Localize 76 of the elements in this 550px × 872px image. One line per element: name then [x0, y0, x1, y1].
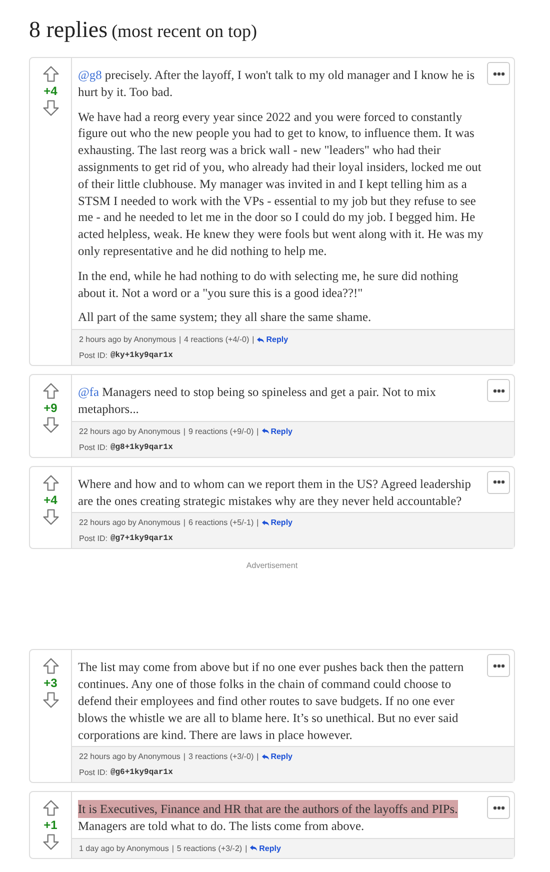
upvote-icon[interactable] — [42, 65, 60, 83]
post-id: @g7+1ky9qar1x — [110, 533, 173, 546]
downvote-icon[interactable] — [42, 416, 60, 434]
reply-arrow-icon — [262, 754, 269, 760]
ellipsis-icon — [492, 388, 504, 393]
comment-meta: 22 hours ago by Anonymous — [79, 426, 180, 438]
comment-text: It is Executives, Finance and HR that are the authors of the layoffs and PIPs. Managers are told what to do. The lists come from above. — [78, 801, 459, 835]
reply-arrow-icon — [262, 428, 269, 434]
upvote-icon[interactable] — [42, 474, 60, 492]
comment-meta: 22 hours ago by Anonymous — [79, 517, 180, 530]
separator: | — [256, 751, 259, 764]
post-id: @ky+1ky9qar1x — [110, 350, 173, 362]
upvote-icon[interactable] — [42, 799, 60, 818]
more-options-button[interactable] — [487, 796, 510, 820]
vote-score: +3 — [44, 675, 58, 692]
post-id-label: Post ID: — [79, 533, 108, 546]
vote-score: +4 — [44, 83, 58, 99]
more-options-button[interactable] — [487, 654, 510, 678]
separator: | — [178, 334, 182, 346]
separator: | — [183, 426, 186, 438]
reply-link[interactable]: Reply — [250, 840, 281, 856]
comment-text: In the end, while he had nothing to do with selecting me, he sure did nothing about it. Not a word or a "you sure this is a good idea??!" — [78, 268, 460, 302]
separator: | — [183, 517, 186, 530]
mention-link[interactable]: @fa — [78, 385, 100, 400]
comment-text: @g8 precisely. After the layoff, I won't talk to my old manager and I know he is hurt by it. Too bad. — [78, 67, 476, 101]
reply-arrow-icon — [262, 520, 269, 526]
heading-subtitle: (most recent on top) — [112, 21, 258, 41]
mention-link[interactable]: @g8 — [78, 68, 102, 82]
downvote-icon[interactable] — [42, 833, 60, 852]
separator: | — [256, 517, 259, 530]
heading-title: 8 replies — [29, 17, 108, 42]
reaction-count: 4 reactions (+4/-0) — [184, 334, 250, 346]
reply-link[interactable]: Reply — [262, 749, 292, 764]
reaction-count: 9 reactions (+9/-0) — [188, 426, 254, 438]
ellipsis-icon — [492, 806, 504, 810]
vote-score: +4 — [44, 492, 58, 508]
advertisement-label: Advertisement — [246, 560, 298, 572]
post-id: @g6+1ky9qar1x — [110, 767, 173, 780]
downvote-icon[interactable] — [42, 508, 60, 526]
reply-link[interactable]: Reply — [257, 332, 288, 348]
more-options-button[interactable] — [487, 470, 510, 494]
upvote-icon[interactable] — [42, 657, 60, 676]
downvote-icon[interactable] — [42, 691, 60, 710]
comment-text: The list may come from above but if no one ever pushes back then the pattern continues. Any one of those folks in the chain of command could choose to defend their employees and find other routes to save budgets. If no one ever blows the whistle we are all to blame here. It’s so unethical. But no ever said corporations are kind. There are laws in place however. — [78, 659, 465, 744]
post-id-label: Post ID: — [79, 350, 108, 362]
separator: | — [256, 426, 259, 438]
separator: | — [172, 842, 174, 855]
more-options-button[interactable] — [487, 379, 510, 402]
comment-text: Where and how and to whom can we report them in the US? Agreed leadership are the ones creating strategic mistakes why are they never held accountable? — [78, 476, 472, 510]
post-id: @g8+1ky9qar1x — [110, 442, 173, 454]
ellipsis-icon — [492, 480, 504, 484]
separator: | — [245, 842, 248, 855]
comment-meta: 1 day ago by Anonymous — [79, 842, 169, 855]
upvote-icon[interactable] — [42, 382, 60, 400]
reply-arrow-icon — [250, 845, 258, 852]
comment-text: @fa Managers need to stop being so spineless and get a pair. Not to mix metaphors... — [78, 384, 437, 418]
reply-link[interactable]: Reply — [262, 515, 292, 530]
vote-score: +1 — [44, 817, 58, 834]
reply-arrow-icon — [257, 336, 264, 343]
ellipsis-icon — [492, 664, 504, 668]
post-id-label: Post ID: — [79, 767, 108, 780]
separator: | — [252, 334, 254, 346]
post-id-label: Post ID: — [79, 442, 108, 454]
reaction-count: 5 reactions (+3/-2) — [176, 842, 242, 855]
downvote-icon[interactable] — [42, 99, 60, 117]
comment-meta: 22 hours ago by Anonymous — [79, 751, 180, 764]
comment-meta: 2 hours ago by Anonymous — [79, 334, 176, 346]
reaction-count: 3 reactions (+3/-0) — [188, 751, 254, 764]
ellipsis-icon — [492, 72, 504, 76]
reaction-count: 6 reactions (+5/-1) — [188, 517, 254, 530]
reply-link[interactable]: Reply — [262, 424, 292, 439]
vote-score: +9 — [44, 400, 58, 416]
separator: | — [183, 751, 186, 764]
comment-text: We have had a reorg every year since 2022 and you were forced to constantly figure out who the new people you had to get to know, to influence them. It was exhausting. The last reorg was a brick wall - new "leaders" who had their assignments to get rid of you, who already had their loyal insiders, locked me out of their little clubhouse. My manager was invited in and I kept telling him as a STSM I needed to work with the VPs - essential to my job but they refuse to see me - and he needed to let me in the door so I could do my job. I begged him. He acted helpless, weak. He knew they were fools but went along with it. He was my only representative and he did nothing to help me. — [78, 108, 484, 260]
comment-text: All part of the same system; they all share the same shame. — [78, 309, 372, 326]
more-options-button[interactable] — [487, 62, 510, 85]
